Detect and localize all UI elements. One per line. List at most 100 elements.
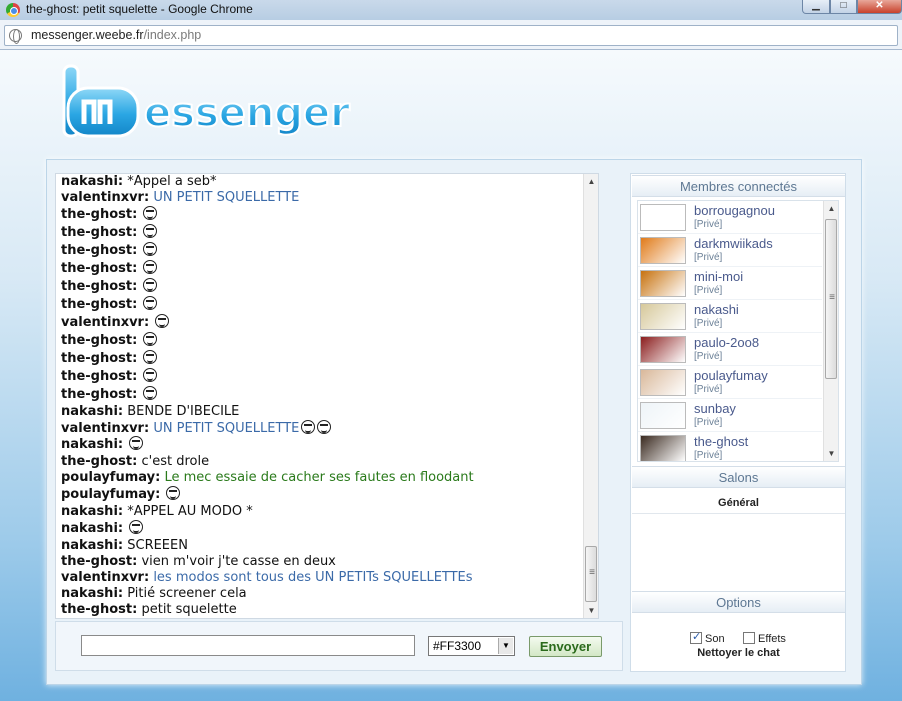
chat-username[interactable]: the-ghost: bbox=[61, 279, 137, 294]
chat-username[interactable]: the-ghost: bbox=[61, 225, 137, 240]
chevron-down-icon[interactable]: ▼ bbox=[498, 638, 513, 654]
private-link[interactable]: [Privé] bbox=[694, 285, 722, 296]
scroll-down-icon[interactable]: ▼ bbox=[824, 446, 838, 461]
chat-username[interactable]: the-ghost: bbox=[61, 387, 137, 402]
chat-username[interactable]: nakashi: bbox=[61, 538, 123, 553]
chat-log[interactable]: nakashi: *Appel a seb* valentinxvr: UN PE… bbox=[55, 173, 599, 619]
chat-username[interactable]: poulayfumay: bbox=[61, 470, 160, 485]
members-scrollbar[interactable]: ▲ ▼ bbox=[823, 201, 838, 461]
member-name[interactable]: mini-moi bbox=[694, 269, 743, 284]
salon-general[interactable]: Général bbox=[632, 492, 845, 514]
color-select-value: #FF3300 bbox=[433, 639, 482, 653]
son-checkbox[interactable] bbox=[690, 630, 702, 644]
smiley-icon bbox=[143, 278, 158, 292]
chat-username[interactable]: the-ghost: bbox=[61, 297, 137, 312]
smiley-icon bbox=[317, 420, 332, 434]
chat-username[interactable]: the-ghost: bbox=[61, 207, 137, 222]
smiley-icon bbox=[166, 486, 181, 500]
window-title: the-ghost: petit squelette - Google Chro… bbox=[26, 2, 253, 16]
private-link[interactable]: [Privé] bbox=[694, 450, 722, 461]
member-item[interactable]: darkmwiikads [Privé] bbox=[638, 234, 822, 267]
svg-text:essenger: essenger bbox=[144, 90, 350, 136]
chat-username[interactable]: the-ghost: bbox=[61, 369, 137, 384]
chat-text: Le mec essaie de cacher ses fautes en fl… bbox=[164, 470, 474, 485]
chat-text: Pitié screener cela bbox=[127, 586, 247, 601]
options-title: Options bbox=[632, 591, 845, 613]
chat-username[interactable]: valentinxvr: bbox=[61, 570, 149, 585]
chat-scroll-thumb[interactable] bbox=[585, 546, 597, 602]
chat-username[interactable]: valentinxvr: bbox=[61, 421, 149, 436]
chat-username[interactable]: the-ghost: bbox=[61, 351, 137, 366]
member-item[interactable]: poulayfumay [Privé] bbox=[638, 366, 822, 399]
scroll-up-icon[interactable]: ▲ bbox=[584, 174, 598, 189]
avatar bbox=[640, 369, 686, 396]
member-item[interactable]: sunbay [Privé] bbox=[638, 399, 822, 432]
chat-username[interactable]: nakashi: bbox=[61, 504, 123, 519]
member-name[interactable]: paulo-2oo8 bbox=[694, 335, 759, 350]
chat-message: valentinxvr: les modos sont tous des UN … bbox=[61, 570, 581, 586]
chat-username[interactable]: the-ghost: bbox=[61, 554, 137, 569]
chat-username[interactable]: the-ghost: bbox=[61, 454, 137, 469]
chat-username[interactable]: nakashi: bbox=[61, 437, 123, 452]
smiley-icon bbox=[155, 314, 170, 328]
avatar bbox=[640, 336, 686, 363]
smiley-icon bbox=[143, 260, 158, 274]
member-item[interactable]: borrougagnou [Privé] bbox=[638, 201, 822, 234]
chat-username[interactable]: valentinxvr: bbox=[61, 190, 149, 205]
member-item[interactable]: paulo-2oo8 [Privé] bbox=[638, 333, 822, 366]
chat-username[interactable]: nakashi: bbox=[61, 174, 123, 189]
member-item[interactable]: mini-moi [Privé] bbox=[638, 267, 822, 300]
son-label: Son bbox=[705, 633, 725, 645]
chat-message: valentinxvr: bbox=[61, 314, 581, 332]
url-text[interactable]: messenger.weebe.fr/index.php bbox=[31, 28, 201, 42]
member-name[interactable]: poulayfumay bbox=[694, 368, 768, 383]
chat-text: *APPEL AU MODO * bbox=[127, 504, 253, 519]
member-item[interactable]: nakashi [Privé] bbox=[638, 300, 822, 333]
avatar bbox=[640, 402, 686, 429]
maximize-button[interactable]: □ bbox=[830, 0, 857, 14]
chat-username[interactable]: the-ghost: bbox=[61, 602, 137, 617]
member-name[interactable]: borrougagnou bbox=[694, 203, 775, 218]
chat-username[interactable]: the-ghost: bbox=[61, 261, 137, 276]
smiley-icon bbox=[129, 520, 144, 534]
private-link[interactable]: [Privé] bbox=[694, 351, 722, 362]
member-name[interactable]: nakashi bbox=[694, 302, 739, 317]
messenger-logo[interactable]: essenger bbox=[62, 62, 352, 142]
clear-chat-button[interactable]: Nettoyer le chat bbox=[632, 647, 845, 659]
members-scroll-thumb[interactable] bbox=[825, 219, 837, 379]
minimize-button[interactable]: ▁ bbox=[802, 0, 830, 14]
message-input[interactable] bbox=[81, 635, 415, 656]
chat-message: the-ghost: bbox=[61, 296, 581, 314]
scroll-up-icon[interactable]: ▲ bbox=[824, 201, 838, 216]
chat-username[interactable]: the-ghost: bbox=[61, 333, 137, 348]
private-link[interactable]: [Privé] bbox=[694, 384, 722, 395]
smiley-icon bbox=[143, 296, 158, 310]
smiley-icon bbox=[143, 224, 158, 238]
chat-username[interactable]: nakashi: bbox=[61, 404, 123, 419]
member-name[interactable]: the-ghost bbox=[694, 434, 748, 449]
member-name[interactable]: darkmwiikads bbox=[694, 236, 773, 251]
effets-option[interactable]: Effets bbox=[743, 632, 786, 645]
color-select[interactable]: #FF3300 ▼ bbox=[428, 636, 515, 656]
private-link[interactable]: [Privé] bbox=[694, 219, 722, 230]
chat-username[interactable]: the-ghost: bbox=[61, 243, 137, 258]
chat-username[interactable]: valentinxvr: bbox=[61, 315, 149, 330]
url-box[interactable]: messenger.weebe.fr/index.php bbox=[4, 25, 898, 46]
chat-message: the-ghost: petit squelette bbox=[61, 602, 581, 618]
scroll-down-icon[interactable]: ▼ bbox=[584, 603, 598, 618]
son-option[interactable]: Son bbox=[690, 630, 725, 645]
private-link[interactable]: [Privé] bbox=[694, 318, 722, 329]
member-item[interactable]: the-ghost [Privé] bbox=[638, 432, 822, 461]
effets-checkbox[interactable] bbox=[743, 632, 755, 644]
private-link[interactable]: [Privé] bbox=[694, 252, 722, 263]
member-name[interactable]: sunbay bbox=[694, 401, 736, 416]
chat-username[interactable]: nakashi: bbox=[61, 586, 123, 601]
close-button[interactable]: ✕ bbox=[857, 0, 902, 14]
chat-username[interactable]: nakashi: bbox=[61, 521, 123, 536]
private-link[interactable]: [Privé] bbox=[694, 417, 722, 428]
chat-username[interactable]: poulayfumay: bbox=[61, 487, 160, 502]
chat-scrollbar[interactable]: ▲ ▼ bbox=[583, 174, 598, 618]
send-button[interactable]: Envoyer bbox=[529, 636, 602, 657]
chat-message: valentinxvr: UN PETIT SQUELLETTE bbox=[61, 420, 581, 436]
members-list[interactable]: borrougagnou [Privé] darkmwiikads [Privé] mi… bbox=[637, 200, 839, 462]
